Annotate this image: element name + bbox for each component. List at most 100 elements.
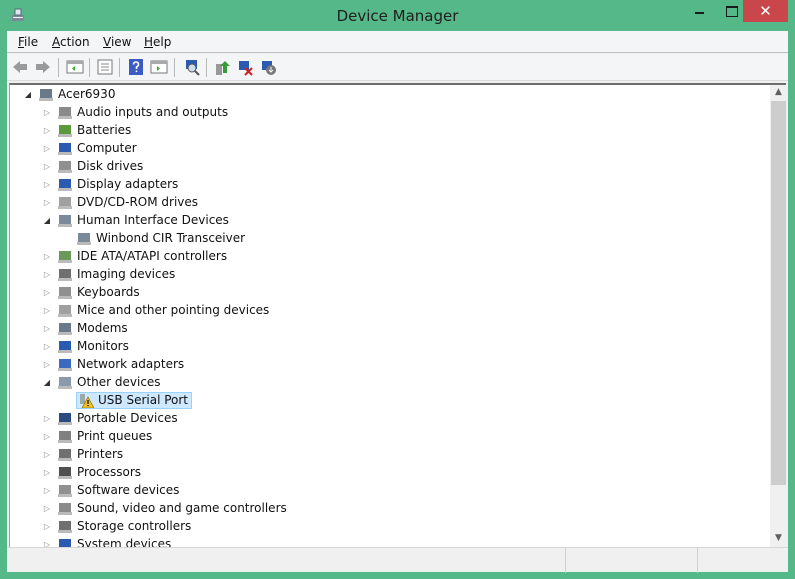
tree-item[interactable]: ▷ Storage controllers — [41, 517, 191, 535]
collapsed-arrow-icon[interactable]: ▷ — [41, 270, 53, 279]
tree-item-content[interactable]: System devices — [57, 536, 171, 547]
scroll-up-arrow-icon[interactable]: ▲ — [770, 87, 786, 97]
tree-item-content[interactable]: Network adapters — [57, 356, 184, 372]
collapsed-arrow-icon[interactable]: ▷ — [41, 198, 53, 207]
tree-item-label: Computer — [77, 141, 137, 155]
collapsed-arrow-icon[interactable]: ▷ — [41, 126, 53, 135]
tree-item-content[interactable]: Keyboards — [57, 284, 140, 300]
tree-item[interactable]: ▷ Processors — [41, 463, 141, 481]
tree-item[interactable]: ▷ Network adapters — [41, 355, 184, 373]
tree-item[interactable]: ▷ IDE ATA/ATAPI controllers — [41, 247, 227, 265]
tree-item[interactable]: ▷ DVD/CD-ROM drives — [41, 193, 198, 211]
tree-item[interactable]: ◢ Acer6930 — [22, 85, 115, 103]
menu-view[interactable]: View — [103, 35, 131, 49]
tree-item-content[interactable]: Computer — [57, 140, 137, 156]
collapsed-arrow-icon[interactable]: ▷ — [41, 540, 53, 548]
tree-item-content[interactable]: Human Interface Devices — [57, 212, 229, 228]
close-button[interactable]: ✕ — [743, 0, 788, 22]
collapsed-arrow-icon[interactable]: ▷ — [41, 324, 53, 333]
scroll-down-arrow-icon[interactable]: ▼ — [770, 533, 786, 543]
tree-item[interactable]: ▷ Software devices — [41, 481, 179, 499]
vertical-scrollbar[interactable]: ▲ ▼ — [770, 85, 786, 547]
tree-item-content[interactable]: Acer6930 — [38, 86, 115, 102]
collapsed-arrow-icon[interactable]: ▷ — [41, 360, 53, 369]
expanded-arrow-icon[interactable]: ◢ — [22, 90, 34, 99]
tree-item[interactable]: ▷ Disk drives — [41, 157, 143, 175]
scrollbar-thumb[interactable] — [771, 101, 786, 485]
tree-item-content[interactable]: Disk drives — [57, 158, 143, 174]
update-driver-icon[interactable] — [213, 58, 231, 76]
tree-item-content[interactable]: Other devices — [57, 374, 161, 390]
tree-item[interactable]: ▷ Mice and other pointing devices — [41, 301, 269, 319]
tree-item[interactable]: ▷ Sound, video and game controllers — [41, 499, 287, 517]
tree-item[interactable]: ▷ Computer — [41, 139, 137, 157]
tree-item-content[interactable]: Winbond CIR Transceiver — [76, 230, 245, 246]
collapsed-arrow-icon[interactable]: ▷ — [41, 252, 53, 261]
collapsed-arrow-icon[interactable]: ▷ — [41, 504, 53, 513]
tree-item[interactable]: ▷ Printers — [41, 445, 123, 463]
tree-item-content[interactable]: Imaging devices — [57, 266, 175, 282]
tree-item-content[interactable]: Batteries — [57, 122, 131, 138]
tree-item[interactable]: ▷ Display adapters — [41, 175, 178, 193]
tree-item[interactable]: ▷ Audio inputs and outputs — [41, 103, 228, 121]
collapsed-arrow-icon[interactable]: ▷ — [41, 522, 53, 531]
tree-item-content[interactable]: Software devices — [57, 482, 179, 498]
tree-item[interactable]: ▷ Monitors — [41, 337, 129, 355]
uninstall-device-icon[interactable] — [236, 58, 254, 76]
tree-item[interactable]: ▷ Batteries — [41, 121, 131, 139]
tree-item-content[interactable]: Storage controllers — [57, 518, 191, 534]
tree-item[interactable]: ▷ Imaging devices — [41, 265, 175, 283]
menu-help[interactable]: Help — [144, 35, 171, 49]
show-action-pane-icon[interactable] — [150, 58, 168, 76]
tree-item-content[interactable]: USB Serial Port — [76, 391, 193, 409]
help-icon[interactable] — [127, 58, 145, 76]
tree-item[interactable]: ▷ System devices — [41, 535, 171, 547]
menu-action[interactable]: Action — [52, 35, 90, 49]
tree-item-content[interactable]: Display adapters — [57, 176, 178, 192]
collapsed-arrow-icon[interactable]: ▷ — [41, 108, 53, 117]
device-tree[interactable]: ◢ Acer6930 ▷ Audio inputs and outputs ▷ Batte… — [9, 83, 786, 547]
tree-item-content[interactable]: DVD/CD-ROM drives — [57, 194, 198, 210]
tree-item[interactable]: USB Serial Port — [60, 391, 193, 409]
collapsed-arrow-icon[interactable]: ▷ — [41, 450, 53, 459]
tree-item-content[interactable]: Mice and other pointing devices — [57, 302, 269, 318]
forward-icon[interactable] — [34, 58, 52, 76]
tree-item[interactable]: ▷ Portable Devices — [41, 409, 178, 427]
tree-item-content[interactable]: Printers — [57, 446, 123, 462]
collapsed-arrow-icon[interactable]: ▷ — [41, 486, 53, 495]
tree-item-content[interactable]: Audio inputs and outputs — [57, 104, 228, 120]
tree-item[interactable]: ▷ Keyboards — [41, 283, 140, 301]
properties-icon[interactable] — [96, 58, 114, 76]
tree-item-content[interactable]: IDE ATA/ATAPI controllers — [57, 248, 227, 264]
collapsed-arrow-icon[interactable]: ▷ — [41, 468, 53, 477]
collapsed-arrow-icon[interactable]: ▷ — [41, 306, 53, 315]
expanded-arrow-icon[interactable]: ◢ — [41, 378, 53, 387]
collapsed-arrow-icon[interactable]: ▷ — [41, 342, 53, 351]
tree-item-content[interactable]: Monitors — [57, 338, 129, 354]
tree-item-content[interactable]: Print queues — [57, 428, 152, 444]
show-hide-console-tree-icon[interactable] — [66, 58, 84, 76]
collapsed-arrow-icon[interactable]: ▷ — [41, 144, 53, 153]
tree-item[interactable]: Winbond CIR Transceiver — [60, 229, 245, 247]
status-bar — [7, 547, 788, 573]
disable-device-icon[interactable] — [259, 58, 277, 76]
collapsed-arrow-icon[interactable]: ▷ — [41, 414, 53, 423]
collapsed-arrow-icon[interactable]: ▷ — [41, 162, 53, 171]
menu-file[interactable]: File — [18, 35, 38, 49]
tree-item-content[interactable]: Portable Devices — [57, 410, 178, 426]
tree-item-content[interactable]: Modems — [57, 320, 128, 336]
tree-item[interactable]: ▷ Print queues — [41, 427, 152, 445]
expanded-arrow-icon[interactable]: ◢ — [41, 216, 53, 225]
hid-icon — [57, 212, 73, 228]
tree-item-content[interactable]: Processors — [57, 464, 141, 480]
tree-item[interactable]: ◢ Human Interface Devices — [41, 211, 229, 229]
collapsed-arrow-icon[interactable]: ▷ — [41, 180, 53, 189]
tree-item[interactable]: ◢ Other devices — [41, 373, 161, 391]
tree-item[interactable]: ▷ Modems — [41, 319, 128, 337]
minimize-button[interactable] — [685, 0, 717, 22]
scan-hardware-icon[interactable] — [182, 58, 200, 76]
collapsed-arrow-icon[interactable]: ▷ — [41, 432, 53, 441]
back-icon[interactable] — [11, 58, 29, 76]
tree-item-content[interactable]: Sound, video and game controllers — [57, 500, 287, 516]
collapsed-arrow-icon[interactable]: ▷ — [41, 288, 53, 297]
